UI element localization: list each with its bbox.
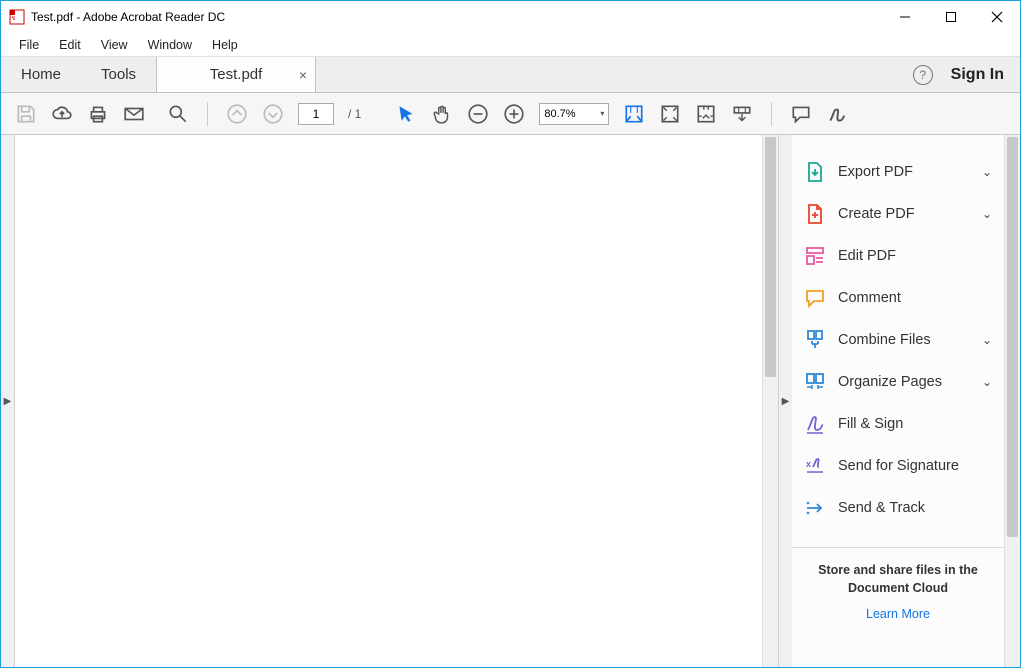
tab-tools[interactable]: Tools	[81, 57, 156, 92]
svg-text:↯: ↯	[11, 15, 16, 22]
tool-fill-sign[interactable]: Fill & Sign	[792, 403, 1004, 445]
chevron-down-icon: ⌄	[982, 375, 992, 389]
tool-send-signature[interactable]: x Send for Signature	[792, 445, 1004, 487]
right-panel-toggle[interactable]: ▶	[778, 135, 792, 667]
save-icon[interactable]	[15, 103, 37, 125]
create-pdf-icon	[804, 203, 826, 225]
workspace: ▶ ▶ Export PDF ⌄ Create PDF ⌄ Edit PDF	[1, 135, 1020, 667]
window-controls	[882, 1, 1020, 33]
send-track-icon	[804, 497, 826, 519]
tool-combine-files[interactable]: Combine Files ⌄	[792, 319, 1004, 361]
scrollbar-thumb[interactable]	[1007, 137, 1018, 537]
comment-icon[interactable]	[790, 103, 812, 125]
toolbar-separator	[207, 102, 208, 126]
page-up-icon[interactable]	[226, 103, 248, 125]
fit-width-icon[interactable]	[623, 103, 645, 125]
tool-send-track[interactable]: Send & Track	[792, 487, 1004, 529]
menubar: File Edit View Window Help	[1, 33, 1020, 57]
scrollbar-thumb[interactable]	[765, 137, 776, 377]
send-signature-icon: x	[804, 455, 826, 477]
tool-label: Create PDF	[838, 206, 915, 222]
tool-create-pdf[interactable]: Create PDF ⌄	[792, 193, 1004, 235]
zoom-out-icon[interactable]	[467, 103, 489, 125]
left-panel-toggle[interactable]: ▶	[1, 135, 15, 667]
comment-tool-icon	[804, 287, 826, 309]
tool-label: Organize Pages	[838, 374, 942, 390]
zoom-in-icon[interactable]	[503, 103, 525, 125]
tool-label: Comment	[838, 290, 901, 306]
titlebar: ↯ Test.pdf - Adobe Acrobat Reader DC	[1, 1, 1020, 33]
chevron-down-icon: ⌄	[982, 333, 992, 347]
menu-edit[interactable]: Edit	[49, 35, 91, 55]
tab-close-icon[interactable]: ×	[299, 67, 307, 83]
tool-label: Send & Track	[838, 500, 925, 516]
close-button[interactable]	[974, 1, 1020, 33]
page-number-input[interactable]	[298, 103, 334, 125]
export-pdf-icon	[804, 161, 826, 183]
menu-window[interactable]: Window	[138, 35, 202, 55]
svg-text:x: x	[806, 459, 811, 469]
tab-document[interactable]: Test.pdf ×	[156, 57, 316, 92]
right-panel: Export PDF ⌄ Create PDF ⌄ Edit PDF Comme…	[792, 135, 1020, 667]
app-icon: ↯	[9, 9, 25, 25]
pointer-icon[interactable]	[395, 103, 417, 125]
print-icon[interactable]	[87, 103, 109, 125]
hand-icon[interactable]	[431, 103, 453, 125]
maximize-button[interactable]	[928, 1, 974, 33]
chevron-down-icon: ⌄	[982, 207, 992, 221]
fill-sign-icon	[804, 413, 826, 435]
tool-label: Send for Signature	[838, 458, 959, 474]
tab-home[interactable]: Home	[1, 57, 81, 92]
page-total-label: / 1	[348, 107, 361, 121]
read-mode-icon[interactable]	[731, 103, 753, 125]
tool-export-pdf[interactable]: Export PDF ⌄	[792, 151, 1004, 193]
document-scrollbar[interactable]	[762, 135, 778, 667]
zoom-value: 80.7%	[544, 108, 575, 120]
tool-comment[interactable]: Comment	[792, 277, 1004, 319]
toolbar: / 1 80.7%	[1, 93, 1020, 135]
tool-organize-pages[interactable]: Organize Pages ⌄	[792, 361, 1004, 403]
zoom-select[interactable]: 80.7%	[539, 103, 609, 125]
chevron-down-icon: ⌄	[982, 165, 992, 179]
edit-pdf-icon	[804, 245, 826, 267]
email-icon[interactable]	[123, 103, 145, 125]
sign-icon[interactable]	[826, 103, 848, 125]
menu-help[interactable]: Help	[202, 35, 248, 55]
tool-label: Export PDF	[838, 164, 913, 180]
minimize-button[interactable]	[882, 1, 928, 33]
toolbar-separator	[771, 102, 772, 126]
menu-view[interactable]: View	[91, 35, 138, 55]
tool-label: Fill & Sign	[838, 416, 903, 432]
cloud-upload-icon[interactable]	[51, 103, 73, 125]
promo-section: Store and share files in the Document Cl…	[792, 547, 1004, 635]
tool-label: Combine Files	[838, 332, 931, 348]
combine-files-icon	[804, 329, 826, 351]
document-area[interactable]	[15, 135, 762, 667]
page-down-icon[interactable]	[262, 103, 284, 125]
learn-more-link[interactable]: Learn More	[808, 607, 988, 621]
help-icon[interactable]: ?	[913, 65, 933, 85]
tabbar: Home Tools Test.pdf × ? Sign In	[1, 57, 1020, 93]
menu-file[interactable]: File	[9, 35, 49, 55]
fit-page-icon[interactable]	[659, 103, 681, 125]
search-icon[interactable]	[167, 103, 189, 125]
signin-button[interactable]: Sign In	[951, 66, 1004, 84]
fullscreen-icon[interactable]	[695, 103, 717, 125]
tool-label: Edit PDF	[838, 248, 896, 264]
rightpanel-scrollbar[interactable]	[1004, 135, 1020, 667]
promo-text: Store and share files in the Document Cl…	[808, 562, 988, 597]
tool-edit-pdf[interactable]: Edit PDF	[792, 235, 1004, 277]
window-title: Test.pdf - Adobe Acrobat Reader DC	[31, 10, 882, 24]
tab-document-label: Test.pdf	[210, 66, 263, 83]
organize-pages-icon	[804, 371, 826, 393]
